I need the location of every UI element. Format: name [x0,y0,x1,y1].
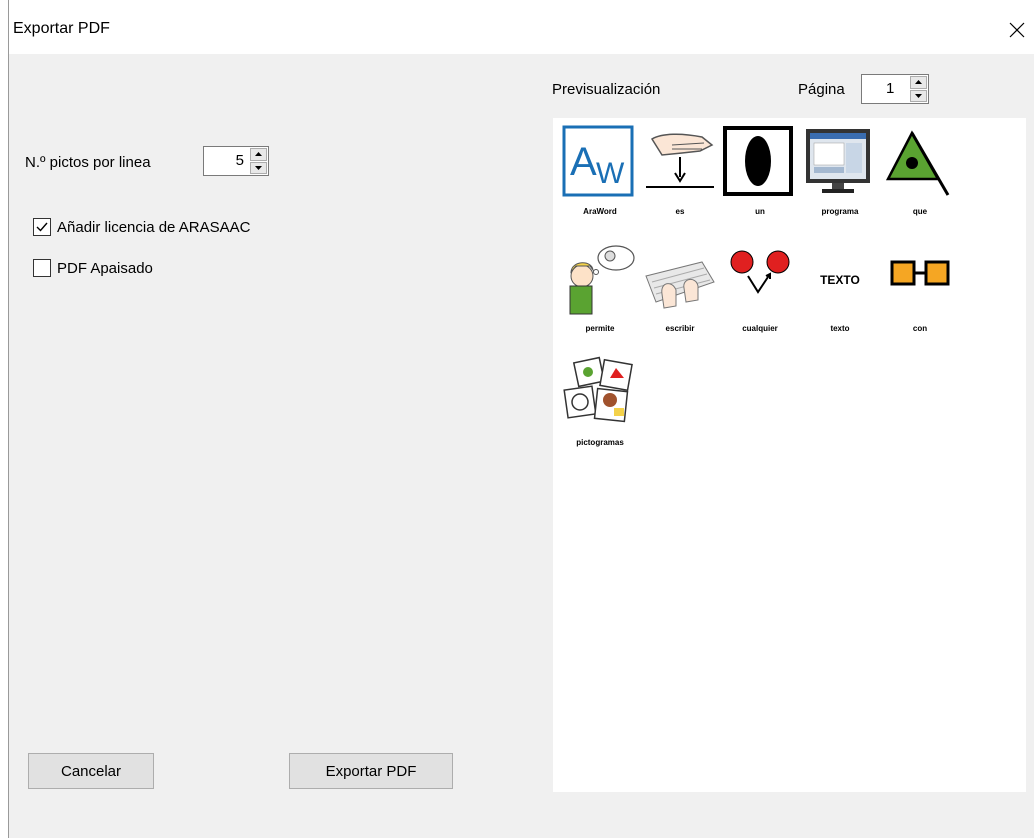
export-pdf-dialog: Exportar PDF N.º pictos por linea 5 Añad… [8,0,1034,838]
picto-caption: texto [830,324,850,333]
title-bar: Exportar PDF [9,0,1034,54]
page-spin-up-button[interactable] [910,76,927,89]
spin-up-button[interactable] [250,148,267,161]
picto-caption: pictogramas [576,438,624,447]
picto-caption: un [755,207,765,216]
picto-caption: cualquier [742,324,778,333]
text-word-icon: TEXTO [820,273,860,287]
pictos-per-line-value[interactable]: 5 [236,152,244,169]
picto-araword: A W AraWord [560,125,640,216]
page-label: Página [798,81,845,98]
arrow-down-icon [255,165,262,170]
triangle-dot-icon [885,130,950,196]
picto-caption: permite [585,324,615,333]
picto-caption: es [675,207,685,216]
arrow-up-icon [915,80,922,85]
preview-title: Previsualización [552,81,661,98]
photos-collage-icon [563,356,633,423]
landscape-checkbox-label: PDF Apaisado [57,259,153,277]
black-oval-icon [723,126,793,196]
page-spin-down-button[interactable] [910,89,927,102]
svg-text:A: A [570,140,597,184]
arrow-down-icon [915,93,922,98]
picto-caption: con [912,324,928,333]
cancel-button[interactable]: Cancelar [28,753,154,789]
close-icon [1009,22,1025,38]
orange-squares-linked-icon [890,260,950,286]
checkmark-icon [36,222,48,232]
picto-cualquier: cualquier [720,242,800,333]
pictos-per-line-label: N.º pictos por linea [25,154,151,171]
svg-text:W: W [596,157,625,190]
picto-pictogramas: pictogramas [560,356,640,447]
person-thinking-icon [569,245,635,315]
landscape-checkbox-row[interactable]: PDF Apaisado [33,259,153,277]
export-pdf-button[interactable]: Exportar PDF [289,753,453,789]
page-spinbox[interactable]: 1 [861,74,929,104]
picto-caption: AraWord [583,207,617,216]
red-circles-choice-icon [730,250,790,294]
license-checkbox[interactable] [33,218,51,236]
picto-un: un [720,125,800,216]
arrow-up-icon [255,152,262,157]
picto-programa: programa [800,125,880,216]
keyboard-typing-icon [645,261,715,309]
araword-logo-icon: A W [562,125,634,197]
picto-caption: escribir [665,324,695,333]
picto-caption: que [912,207,928,216]
page-value[interactable]: 1 [886,80,894,97]
license-checkbox-label: Añadir licencia de ARASAAC [57,218,251,236]
spin-down-button[interactable] [250,161,267,174]
computer-monitor-icon [806,129,870,193]
picto-texto: TEXTO texto [800,242,880,333]
picto-escribir: escribir [640,242,720,333]
picto-con: con [880,242,960,333]
window-title: Exportar PDF [13,20,110,37]
preview-panel: A W AraWord es un programa que permite e… [553,118,1026,792]
pictos-per-line-spinbox[interactable]: 5 [203,146,269,176]
picto-permite: permite [560,242,640,333]
license-checkbox-row[interactable]: Añadir licencia de ARASAAC [33,218,250,236]
close-button[interactable] [1000,14,1034,46]
picto-es: es [640,125,720,216]
hand-pointing-down-icon [646,133,714,188]
picto-que: que [880,125,960,216]
landscape-checkbox[interactable] [33,259,51,277]
picto-caption: programa [821,207,859,216]
